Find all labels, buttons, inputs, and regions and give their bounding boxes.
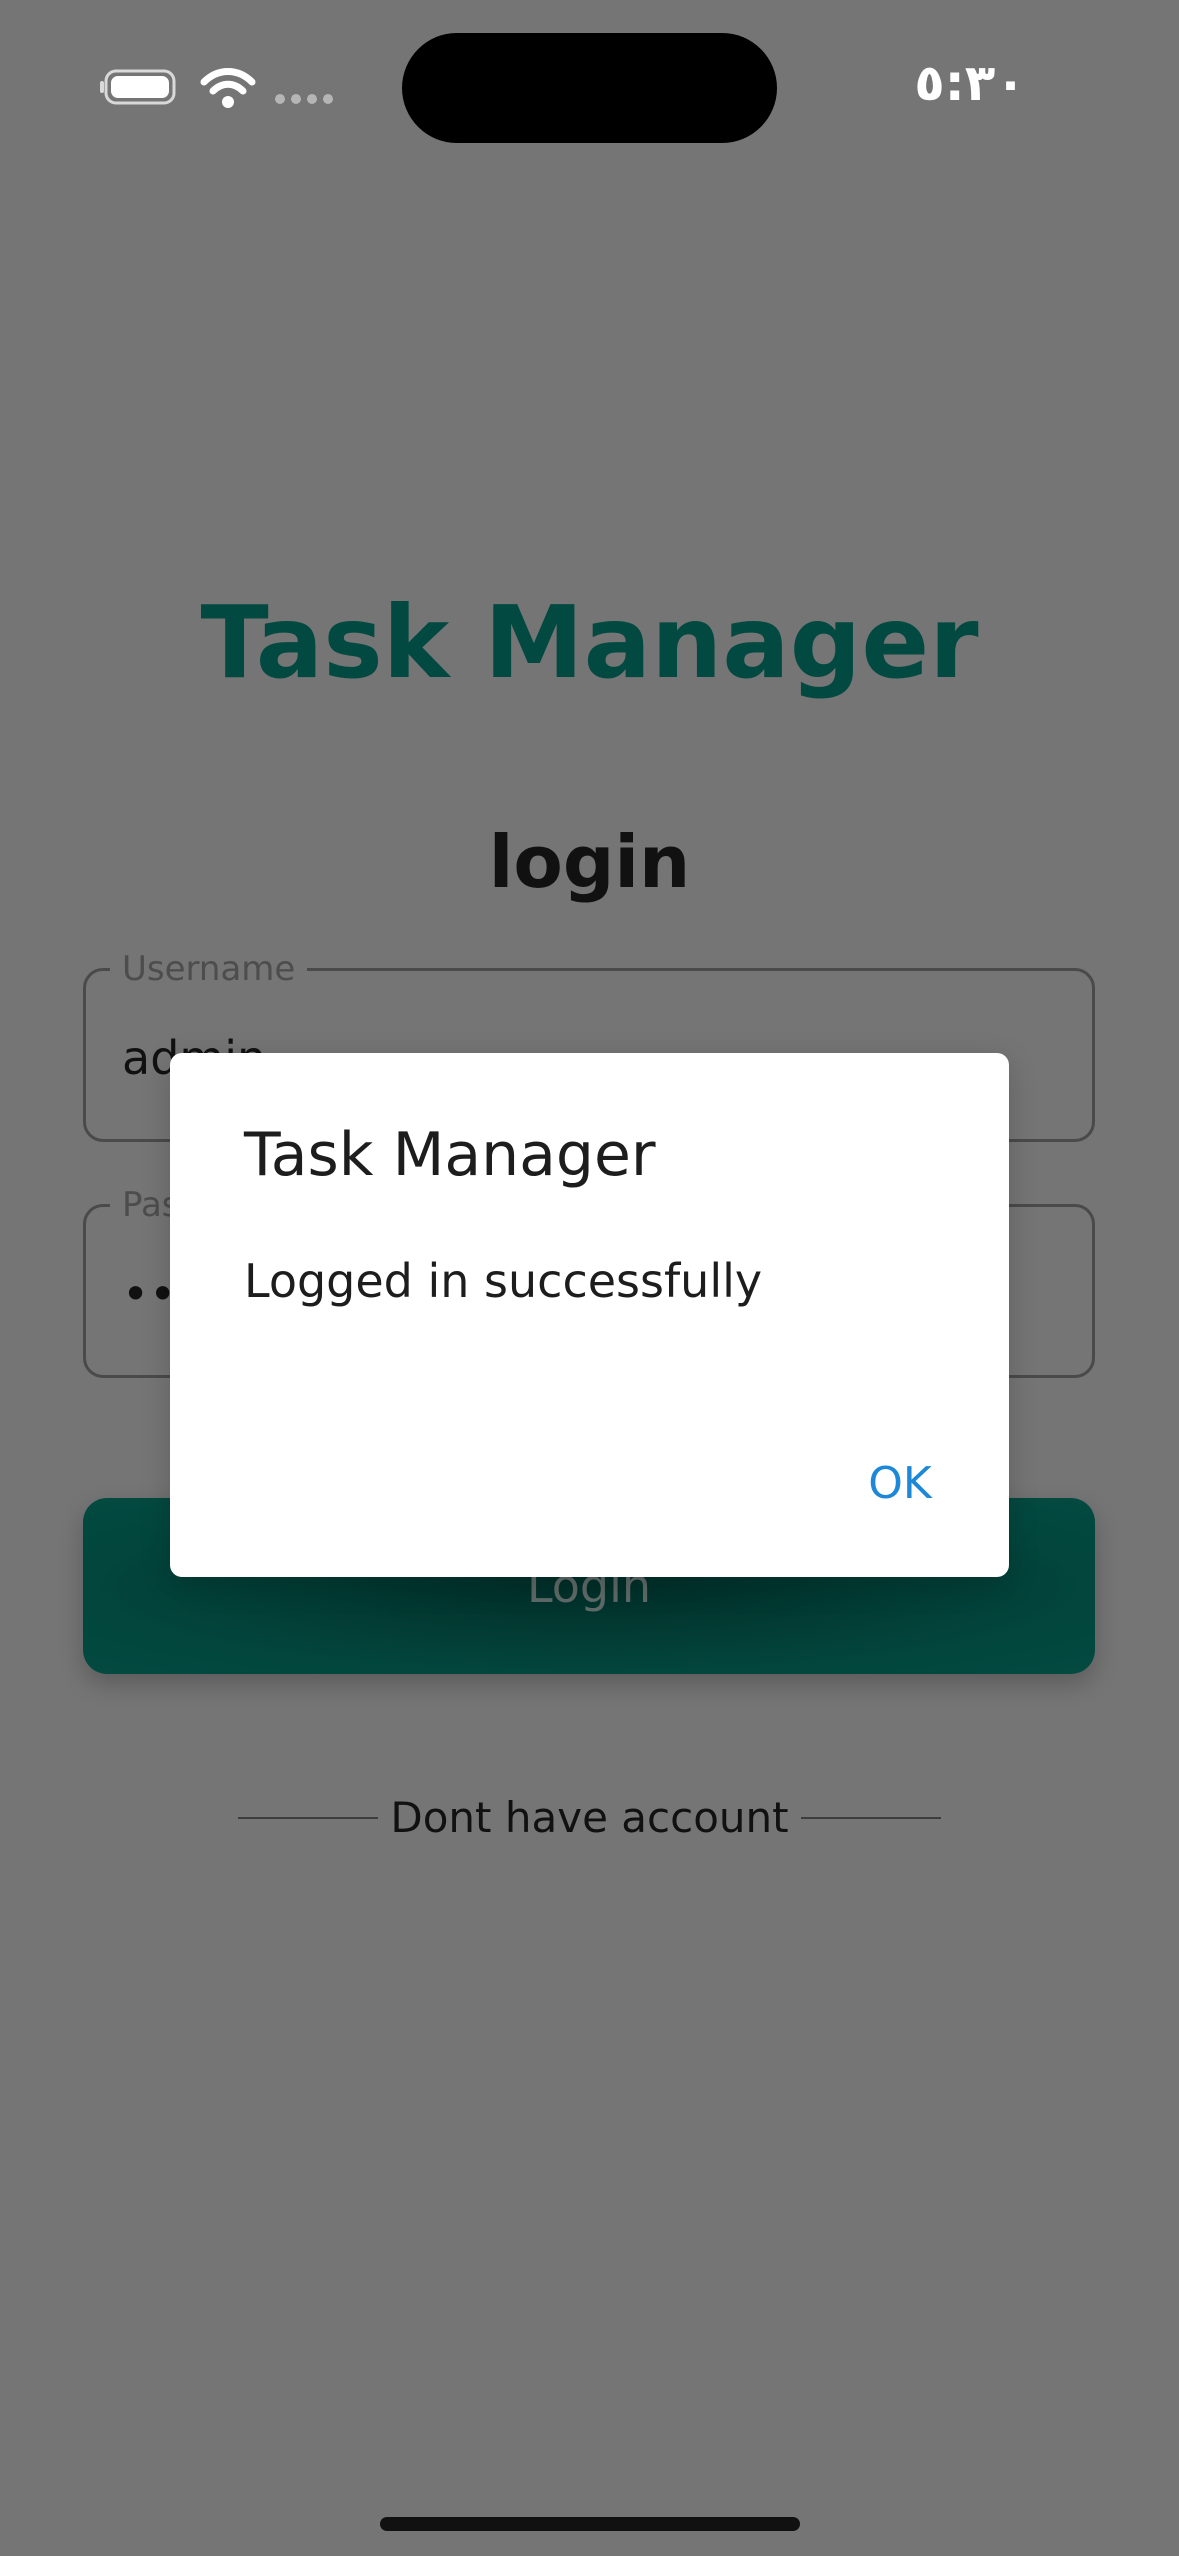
- battery-icon: [100, 69, 176, 105]
- password-value[interactable]: ••: [122, 1259, 176, 1329]
- dialog-title: Task Manager: [244, 1120, 656, 1190]
- home-indicator[interactable]: [380, 2517, 800, 2531]
- status-time: ٥:٣٠: [914, 54, 1026, 112]
- success-dialog: Task Manager Logged in successfully OK: [170, 1053, 1009, 1577]
- signup-divider: Dont have account: [238, 1788, 941, 1848]
- cellular-signal-icon: [275, 94, 333, 104]
- login-heading: login: [488, 820, 691, 904]
- wifi-icon: [200, 68, 256, 108]
- status-bar: ٥:٣٠: [0, 0, 1179, 170]
- ok-button[interactable]: OK: [850, 1449, 950, 1519]
- divider-line-right: [801, 1817, 941, 1819]
- dynamic-island: [402, 33, 777, 143]
- app-title: Task Manager: [200, 584, 979, 701]
- username-label: Username: [110, 949, 308, 989]
- dialog-message: Logged in successfully: [244, 1254, 763, 1308]
